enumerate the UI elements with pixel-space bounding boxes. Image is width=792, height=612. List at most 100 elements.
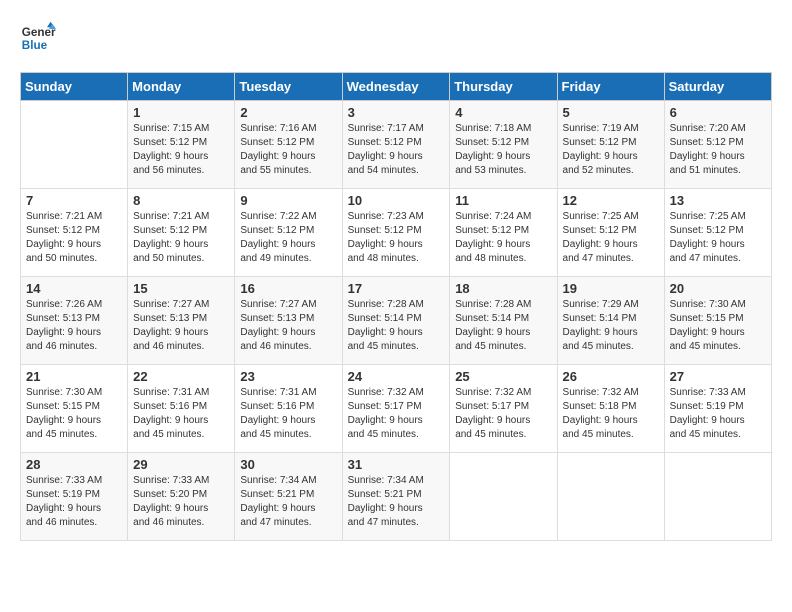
- page-header: General Blue: [20, 20, 772, 56]
- day-info: Sunrise: 7:32 AM Sunset: 5:18 PM Dayligh…: [563, 386, 659, 442]
- calendar-cell: 16 Sunrise: 7:27 AM Sunset: 5:13 PM Dayli…: [235, 277, 342, 365]
- header-row: SundayMondayTuesdayWednesdayThursdayFrid…: [21, 73, 772, 101]
- day-number: 8: [133, 193, 229, 208]
- day-info: Sunrise: 7:23 AM Sunset: 5:12 PM Dayligh…: [348, 210, 445, 266]
- day-info: Sunrise: 7:22 AM Sunset: 5:12 PM Dayligh…: [240, 210, 336, 266]
- day-info: Sunrise: 7:21 AM Sunset: 5:12 PM Dayligh…: [133, 210, 229, 266]
- calendar-cell: 25 Sunrise: 7:32 AM Sunset: 5:17 PM Dayli…: [450, 365, 557, 453]
- calendar-table: SundayMondayTuesdayWednesdayThursdayFrid…: [20, 72, 772, 541]
- calendar-cell: 20 Sunrise: 7:30 AM Sunset: 5:15 PM Dayli…: [664, 277, 771, 365]
- calendar-cell: [664, 453, 771, 541]
- day-number: 15: [133, 281, 229, 296]
- day-info: Sunrise: 7:17 AM Sunset: 5:12 PM Dayligh…: [348, 122, 445, 178]
- week-row-3: 14 Sunrise: 7:26 AM Sunset: 5:13 PM Dayli…: [21, 277, 772, 365]
- calendar-cell: 22 Sunrise: 7:31 AM Sunset: 5:16 PM Dayli…: [128, 365, 235, 453]
- calendar-cell: 2 Sunrise: 7:16 AM Sunset: 5:12 PM Daylig…: [235, 101, 342, 189]
- day-number: 16: [240, 281, 336, 296]
- calendar-cell: 24 Sunrise: 7:32 AM Sunset: 5:17 PM Dayli…: [342, 365, 450, 453]
- day-number: 24: [348, 369, 445, 384]
- day-number: 21: [26, 369, 122, 384]
- day-info: Sunrise: 7:33 AM Sunset: 5:19 PM Dayligh…: [670, 386, 766, 442]
- calendar-cell: 29 Sunrise: 7:33 AM Sunset: 5:20 PM Dayli…: [128, 453, 235, 541]
- calendar-cell: 27 Sunrise: 7:33 AM Sunset: 5:19 PM Dayli…: [664, 365, 771, 453]
- day-number: 14: [26, 281, 122, 296]
- week-row-5: 28 Sunrise: 7:33 AM Sunset: 5:19 PM Dayli…: [21, 453, 772, 541]
- day-number: 3: [348, 105, 445, 120]
- day-number: 10: [348, 193, 445, 208]
- day-number: 22: [133, 369, 229, 384]
- calendar-cell: 10 Sunrise: 7:23 AM Sunset: 5:12 PM Dayli…: [342, 189, 450, 277]
- day-info: Sunrise: 7:34 AM Sunset: 5:21 PM Dayligh…: [240, 474, 336, 530]
- day-info: Sunrise: 7:19 AM Sunset: 5:12 PM Dayligh…: [563, 122, 659, 178]
- day-info: Sunrise: 7:27 AM Sunset: 5:13 PM Dayligh…: [240, 298, 336, 354]
- calendar-cell: [450, 453, 557, 541]
- day-info: Sunrise: 7:25 AM Sunset: 5:12 PM Dayligh…: [670, 210, 766, 266]
- calendar-cell: 4Sunrise: 7:18 AM Sunset: 5:12 PM Daylig…: [450, 101, 557, 189]
- day-number: 27: [670, 369, 766, 384]
- calendar-cell: 3 Sunrise: 7:17 AM Sunset: 5:12 PM Daylig…: [342, 101, 450, 189]
- calendar-cell: 11Sunrise: 7:24 AM Sunset: 5:12 PM Dayli…: [450, 189, 557, 277]
- week-row-2: 7 Sunrise: 7:21 AM Sunset: 5:12 PM Daylig…: [21, 189, 772, 277]
- calendar-cell: 23Sunrise: 7:31 AM Sunset: 5:16 PM Dayli…: [235, 365, 342, 453]
- day-number: 29: [133, 457, 229, 472]
- day-number: 26: [563, 369, 659, 384]
- day-info: Sunrise: 7:26 AM Sunset: 5:13 PM Dayligh…: [26, 298, 122, 354]
- day-number: 25: [455, 369, 551, 384]
- calendar-cell: 17 Sunrise: 7:28 AM Sunset: 5:14 PM Dayli…: [342, 277, 450, 365]
- day-number: 19: [563, 281, 659, 296]
- day-info: Sunrise: 7:25 AM Sunset: 5:12 PM Dayligh…: [563, 210, 659, 266]
- calendar-cell: 15 Sunrise: 7:27 AM Sunset: 5:13 PM Dayli…: [128, 277, 235, 365]
- day-info: Sunrise: 7:33 AM Sunset: 5:20 PM Dayligh…: [133, 474, 229, 530]
- day-number: 4: [455, 105, 551, 120]
- day-info: Sunrise: 7:21 AM Sunset: 5:12 PM Dayligh…: [26, 210, 122, 266]
- day-number: 11: [455, 193, 551, 208]
- day-info: Sunrise: 7:28 AM Sunset: 5:14 PM Dayligh…: [455, 298, 551, 354]
- calendar-cell: 7 Sunrise: 7:21 AM Sunset: 5:12 PM Daylig…: [21, 189, 128, 277]
- day-number: 13: [670, 193, 766, 208]
- day-info: Sunrise: 7:30 AM Sunset: 5:15 PM Dayligh…: [670, 298, 766, 354]
- calendar-cell: [557, 453, 664, 541]
- day-number: 30: [240, 457, 336, 472]
- week-row-4: 21 Sunrise: 7:30 AM Sunset: 5:15 PM Dayli…: [21, 365, 772, 453]
- day-number: 6: [670, 105, 766, 120]
- calendar-cell: 19 Sunrise: 7:29 AM Sunset: 5:14 PM Dayli…: [557, 277, 664, 365]
- day-info: Sunrise: 7:34 AM Sunset: 5:21 PM Dayligh…: [348, 474, 445, 530]
- calendar-cell: 12 Sunrise: 7:25 AM Sunset: 5:12 PM Dayli…: [557, 189, 664, 277]
- day-info: Sunrise: 7:28 AM Sunset: 5:14 PM Dayligh…: [348, 298, 445, 354]
- calendar-cell: 26 Sunrise: 7:32 AM Sunset: 5:18 PM Dayli…: [557, 365, 664, 453]
- day-info: Sunrise: 7:32 AM Sunset: 5:17 PM Dayligh…: [455, 386, 551, 442]
- day-info: Sunrise: 7:29 AM Sunset: 5:14 PM Dayligh…: [563, 298, 659, 354]
- svg-text:Blue: Blue: [22, 39, 48, 52]
- day-number: 31: [348, 457, 445, 472]
- day-info: Sunrise: 7:30 AM Sunset: 5:15 PM Dayligh…: [26, 386, 122, 442]
- day-info: Sunrise: 7:31 AM Sunset: 5:16 PM Dayligh…: [133, 386, 229, 442]
- header-thursday: Thursday: [450, 73, 557, 101]
- day-info: Sunrise: 7:16 AM Sunset: 5:12 PM Dayligh…: [240, 122, 336, 178]
- calendar-cell: 28 Sunrise: 7:33 AM Sunset: 5:19 PM Dayli…: [21, 453, 128, 541]
- calendar-cell: 30 Sunrise: 7:34 AM Sunset: 5:21 PM Dayli…: [235, 453, 342, 541]
- day-info: Sunrise: 7:20 AM Sunset: 5:12 PM Dayligh…: [670, 122, 766, 178]
- day-number: 9: [240, 193, 336, 208]
- day-number: 20: [670, 281, 766, 296]
- header-saturday: Saturday: [664, 73, 771, 101]
- day-number: 17: [348, 281, 445, 296]
- day-number: 7: [26, 193, 122, 208]
- day-number: 28: [26, 457, 122, 472]
- day-number: 2: [240, 105, 336, 120]
- header-sunday: Sunday: [21, 73, 128, 101]
- day-number: 5: [563, 105, 659, 120]
- logo: General Blue: [20, 20, 56, 56]
- header-monday: Monday: [128, 73, 235, 101]
- calendar-cell: 18Sunrise: 7:28 AM Sunset: 5:14 PM Dayli…: [450, 277, 557, 365]
- day-info: Sunrise: 7:15 AM Sunset: 5:12 PM Dayligh…: [133, 122, 229, 178]
- day-info: Sunrise: 7:27 AM Sunset: 5:13 PM Dayligh…: [133, 298, 229, 354]
- day-number: 12: [563, 193, 659, 208]
- calendar-cell: 5 Sunrise: 7:19 AM Sunset: 5:12 PM Daylig…: [557, 101, 664, 189]
- day-number: 23: [240, 369, 336, 384]
- header-tuesday: Tuesday: [235, 73, 342, 101]
- day-info: Sunrise: 7:32 AM Sunset: 5:17 PM Dayligh…: [348, 386, 445, 442]
- calendar-cell: 31 Sunrise: 7:34 AM Sunset: 5:21 PM Dayli…: [342, 453, 450, 541]
- calendar-cell: 9 Sunrise: 7:22 AM Sunset: 5:12 PM Daylig…: [235, 189, 342, 277]
- calendar-cell: [21, 101, 128, 189]
- day-info: Sunrise: 7:33 AM Sunset: 5:19 PM Dayligh…: [26, 474, 122, 530]
